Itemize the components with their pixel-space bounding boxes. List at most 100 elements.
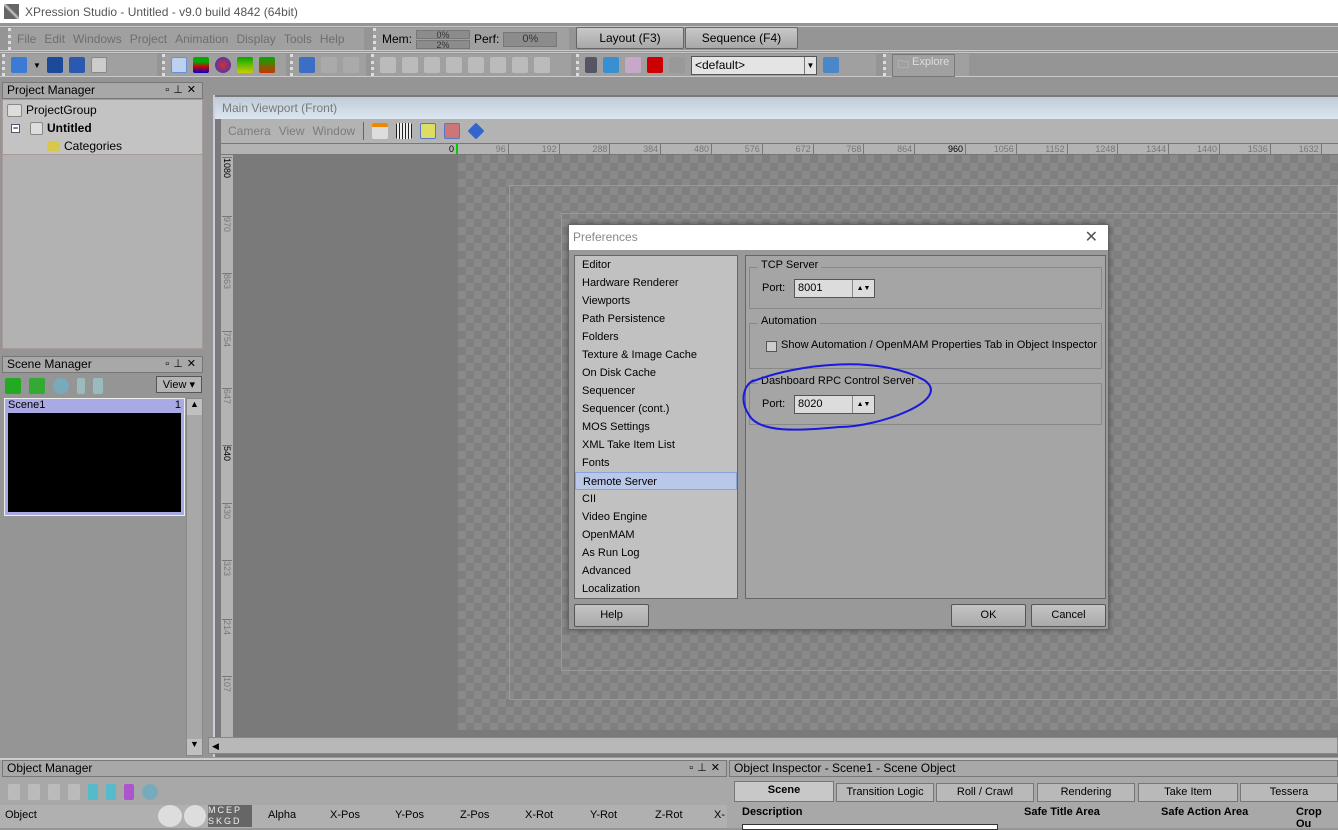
tab-take-item[interactable]: Take Item (1138, 783, 1238, 802)
align-left-icon[interactable] (380, 57, 396, 73)
record-icon[interactable] (647, 57, 663, 73)
column-object[interactable]: Object (5, 809, 37, 821)
redo-icon[interactable] (343, 57, 359, 73)
column-alpha[interactable]: Alpha (268, 809, 296, 821)
scene-list-scrollbar[interactable]: ▲ ▼ (186, 398, 203, 756)
tab-tessera[interactable]: Tessera (1240, 783, 1338, 802)
align-bottom-icon[interactable] (490, 57, 506, 73)
layers-icon[interactable] (823, 57, 839, 73)
preferences-category-item[interactable]: Advanced (575, 562, 737, 580)
move-down-icon[interactable] (28, 784, 40, 800)
collapse-icon[interactable]: − (11, 123, 20, 133)
viewport-menu-window[interactable]: Window (312, 124, 355, 138)
preferences-category-item[interactable]: Remote Server (575, 472, 737, 490)
column-x-scale[interactable]: X- (714, 809, 725, 821)
column-z-rot[interactable]: Z-Rot (655, 809, 683, 821)
preferences-category-item[interactable]: On Disk Cache (575, 364, 737, 382)
column-y-rot[interactable]: Y-Rot (590, 809, 617, 821)
lock-icon[interactable] (184, 805, 206, 827)
spinner-arrows-icon[interactable]: ▲▼ (852, 280, 874, 297)
preferences-category-item[interactable]: As Run Log (575, 544, 737, 562)
tab-transition-logic[interactable]: Transition Logic (836, 783, 934, 802)
column-x-pos[interactable]: X-Pos (330, 809, 360, 821)
menu-file[interactable]: File (17, 32, 36, 46)
blank-icon[interactable] (90, 57, 107, 73)
explore-button[interactable]: 🗀 Explore (892, 53, 956, 77)
scroll-up-icon[interactable]: ▲ (187, 399, 202, 415)
list-icon[interactable] (88, 784, 98, 800)
chevron-down-icon[interactable]: ▼ (804, 56, 816, 74)
tree-item-untitled[interactable]: − Untitled (3, 119, 202, 137)
preferences-category-item[interactable]: CII (575, 490, 737, 508)
move-axis-icon[interactable] (193, 57, 209, 73)
menu-help[interactable]: Help (320, 32, 345, 46)
preferences-category-item[interactable]: XML Take Item List (575, 436, 737, 454)
grid-preview-icon[interactable] (625, 57, 641, 73)
panel-buttons[interactable]: ▫⊥✕ (689, 761, 726, 776)
viewport-menu-view[interactable]: View (279, 124, 305, 138)
viewport-menu-camera[interactable]: Camera (228, 124, 271, 138)
sort-icon[interactable] (124, 784, 134, 800)
open-icon[interactable] (11, 57, 27, 73)
preferences-category-item[interactable]: OpenMAM (575, 526, 737, 544)
visibility-eye-icon[interactable] (158, 805, 182, 827)
preset-dropdown[interactable]: <default> ▼ (691, 55, 817, 75)
align-middle-icon[interactable] (468, 57, 484, 73)
preferences-category-item[interactable]: Editor (575, 256, 737, 274)
preferences-category-item[interactable]: Sequencer (cont.) (575, 400, 737, 418)
menu-tools[interactable]: Tools (284, 32, 312, 46)
viewport-hscrollbar[interactable]: ◀ (208, 737, 1338, 754)
view-dropdown[interactable]: View ▾ (155, 376, 202, 393)
tcp-port-spinner[interactable]: 8001 ▲▼ (794, 279, 875, 298)
audio-icon[interactable] (669, 57, 685, 73)
scene-list-item[interactable]: Scene1 1 (4, 398, 185, 516)
scroll-down-icon[interactable]: ▼ (187, 739, 202, 755)
preferences-category-item[interactable]: MOS Settings (575, 418, 737, 436)
import-icon[interactable] (603, 57, 619, 73)
distribute-h-icon[interactable] (512, 57, 528, 73)
menu-animation[interactable]: Animation (175, 32, 228, 46)
close-icon[interactable]: ✕ (1085, 225, 1098, 250)
menu-windows[interactable]: Windows (73, 32, 122, 46)
panel-buttons[interactable]: ▫⊥✕ (165, 83, 202, 98)
door-icon[interactable] (585, 57, 597, 73)
column-z-pos[interactable]: Z-Pos (460, 809, 489, 821)
add-scene-group-icon[interactable] (29, 378, 45, 394)
safe-area-icon[interactable] (372, 123, 389, 139)
align-right-icon[interactable] (424, 57, 440, 73)
ok-button[interactable]: OK (951, 604, 1026, 627)
select-arrow-icon[interactable] (171, 57, 187, 73)
rotate-icon[interactable] (215, 57, 231, 73)
menu-display[interactable]: Display (236, 32, 275, 46)
save-all-icon[interactable] (68, 57, 85, 73)
preferences-category-item[interactable]: Viewports (575, 292, 737, 310)
automation-checkbox[interactable] (766, 341, 777, 352)
undo-icon[interactable] (321, 57, 337, 73)
move-up-icon[interactable] (8, 784, 20, 800)
pivot-icon[interactable] (259, 57, 275, 73)
align-top-icon[interactable] (446, 57, 462, 73)
preview-icon[interactable] (444, 123, 461, 139)
preferences-category-item[interactable]: Video Engine (575, 508, 737, 526)
menu-edit[interactable]: Edit (44, 32, 65, 46)
menu-project[interactable]: Project (130, 32, 167, 46)
preferences-category-item[interactable]: Localization (575, 580, 737, 598)
column-x-rot[interactable]: X-Rot (525, 809, 553, 821)
description-input[interactable] (742, 824, 998, 830)
align-center-icon[interactable] (402, 57, 418, 73)
tree-view-icon[interactable] (93, 378, 103, 394)
list-view-icon[interactable] (77, 378, 85, 394)
search-icon[interactable] (142, 784, 158, 800)
preferences-category-item[interactable]: Fonts (575, 454, 737, 472)
preferences-category-item[interactable]: Hardware Renderer (575, 274, 737, 292)
tab-rendering[interactable]: Rendering (1037, 783, 1135, 802)
help-button[interactable]: Help (574, 604, 649, 627)
diamond-icon[interactable] (467, 122, 485, 140)
automation-checkbox-label[interactable]: Show Automation / OpenMAM Properties Tab… (781, 339, 1097, 351)
move-right-icon[interactable] (68, 784, 80, 800)
scroll-left-icon[interactable]: ◀ (209, 741, 219, 751)
distribute-v-icon[interactable] (534, 57, 550, 73)
preferences-category-item[interactable]: Path Persistence (575, 310, 737, 328)
search-icon[interactable] (53, 378, 69, 394)
preferences-category-item[interactable]: Sequencer (575, 382, 737, 400)
